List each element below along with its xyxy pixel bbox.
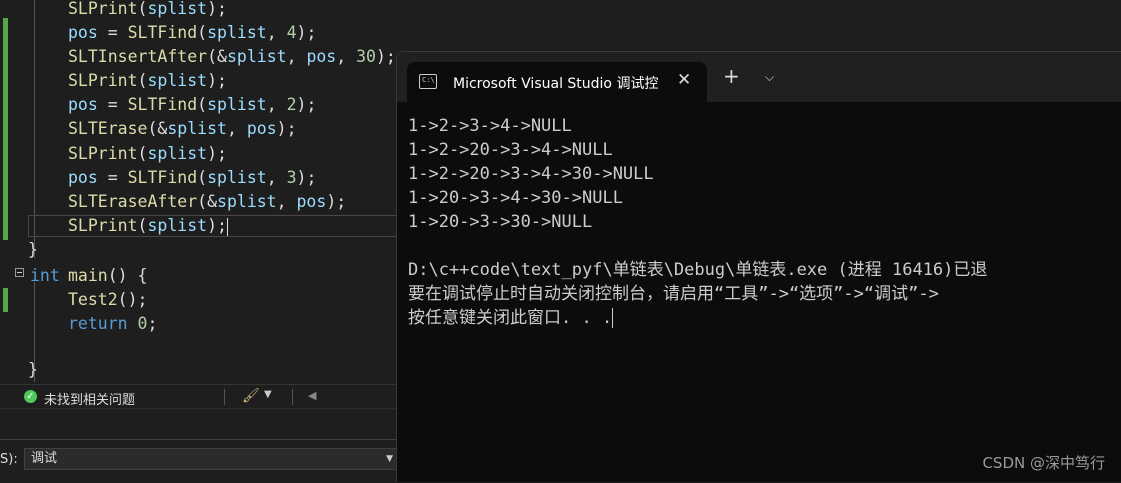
console-output: 1->2->3->4->NULL 1->2->20->3->4->NULL 1-… — [408, 114, 987, 330]
output-line: D:\c++code\text_pyf\单链表\Debug\单链表.exe (进… — [408, 260, 988, 280]
output-line: 1->20->3->30->NULL — [408, 212, 593, 232]
code-line-call[interactable]: Test2(); — [68, 288, 147, 312]
terminal-tab-bar: C:\ Microsoft Visual Studio 调试控 ✕ + ⌵ — [397, 52, 1121, 102]
terminal-cursor — [612, 308, 614, 328]
console-icon: C:\ — [419, 74, 437, 89]
code-line-6[interactable]: SLTErase(&splist, pos); — [68, 117, 297, 141]
issues-status[interactable]: 未找到相关问题 — [44, 389, 135, 408]
code-line-5[interactable]: pos = SLTFind(splist, 2); — [68, 93, 316, 117]
chevron-down-icon[interactable]: ⌵ — [765, 70, 774, 85]
output-line: 1->20->3->4->30->NULL — [408, 188, 623, 208]
scroll-left-icon[interactable]: ◀ — [308, 389, 316, 402]
code-line-10[interactable]: SLPrint(splist); — [68, 214, 227, 238]
output-line: 要在调试停止时自动关闭控制台，请启用“工具”->“选项”->“调试”-> — [408, 284, 939, 304]
change-indicator — [3, 18, 8, 240]
divider — [0, 439, 400, 440]
chevron-down-icon: ▼ — [386, 454, 393, 464]
debug-console-window[interactable]: C:\ Microsoft Visual Studio 调试控 ✕ + ⌵ 1-… — [396, 51, 1121, 482]
code-line-return[interactable]: return 0; — [68, 312, 157, 336]
code-line-8[interactable]: pos = SLTFind(splist, 3); — [68, 166, 316, 190]
code-line-1[interactable]: SLPrint(splist); — [68, 0, 227, 21]
output-line: 1->2->20->3->4->30->NULL — [408, 164, 654, 184]
close-icon[interactable]: ✕ — [677, 70, 691, 90]
check-icon: ✓ — [24, 390, 37, 403]
code-line-4[interactable]: SLPrint(splist); — [68, 69, 227, 93]
code-line-7[interactable]: SLPrint(splist); — [68, 142, 227, 166]
show-output-label: S): — [0, 452, 18, 467]
text-caret — [227, 218, 228, 236]
brush-icon[interactable]: 🖌 — [242, 388, 260, 404]
output-line-with-cursor: 按任意键关闭此窗口. . . — [408, 306, 987, 330]
output-source-select[interactable]: 调试 ▼ — [24, 448, 398, 470]
output-line: 1->2->3->4->NULL — [408, 116, 572, 136]
output-line: 按任意键关闭此窗口. . . — [408, 308, 613, 328]
output-source-value: 调试 — [31, 451, 58, 466]
divider — [292, 389, 293, 405]
tab-title: Microsoft Visual Studio 调试控 — [453, 76, 659, 92]
closing-brace: } — [28, 360, 38, 379]
int-keyword: int — [30, 266, 60, 285]
code-editor[interactable]: SLPrint(splist); pos = SLTFind(splist, 4… — [0, 0, 400, 384]
collapse-icon[interactable] — [15, 268, 24, 277]
new-tab-button[interactable]: + — [723, 66, 740, 86]
chevron-down-icon[interactable]: ▼ — [264, 389, 272, 400]
watermark: CSDN @深中笃行 — [982, 454, 1105, 472]
output-panel: S): 调试 ▼ — [0, 408, 400, 483]
output-line: 1->2->20->3->4->NULL — [408, 140, 613, 160]
main-signature[interactable]: main() { — [68, 264, 148, 288]
terminal-tab[interactable]: C:\ Microsoft Visual Studio 调试控 ✕ — [407, 62, 707, 102]
divider — [224, 389, 225, 405]
change-indicator — [3, 288, 8, 312]
editor-status-bar: ✓ 未找到相关问题 🖌 ▼ ◀ — [0, 384, 400, 409]
code-line-9[interactable]: SLTEraseAfter(&splist, pos); — [68, 190, 346, 214]
closing-brace: } — [28, 240, 38, 259]
code-line-3[interactable]: SLTInsertAfter(&splist, pos, 30); — [68, 45, 396, 69]
code-line-2[interactable]: pos = SLTFind(splist, 4); — [68, 21, 316, 45]
